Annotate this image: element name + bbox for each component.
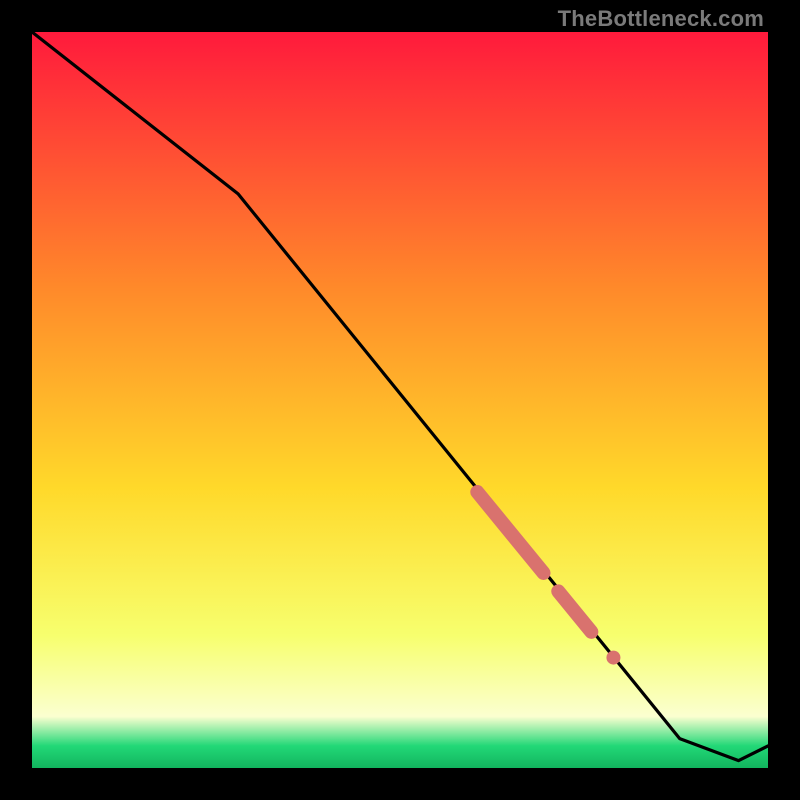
marker-cluster-main — [477, 492, 543, 573]
marker-dot — [606, 651, 620, 665]
watermark-text: TheBottleneck.com — [558, 6, 764, 32]
chart-frame: TheBottleneck.com — [0, 0, 800, 800]
chart-svg — [32, 32, 768, 768]
curve-line — [32, 32, 768, 761]
marker-cluster-secondary — [558, 591, 591, 631]
plot-area — [32, 32, 768, 768]
